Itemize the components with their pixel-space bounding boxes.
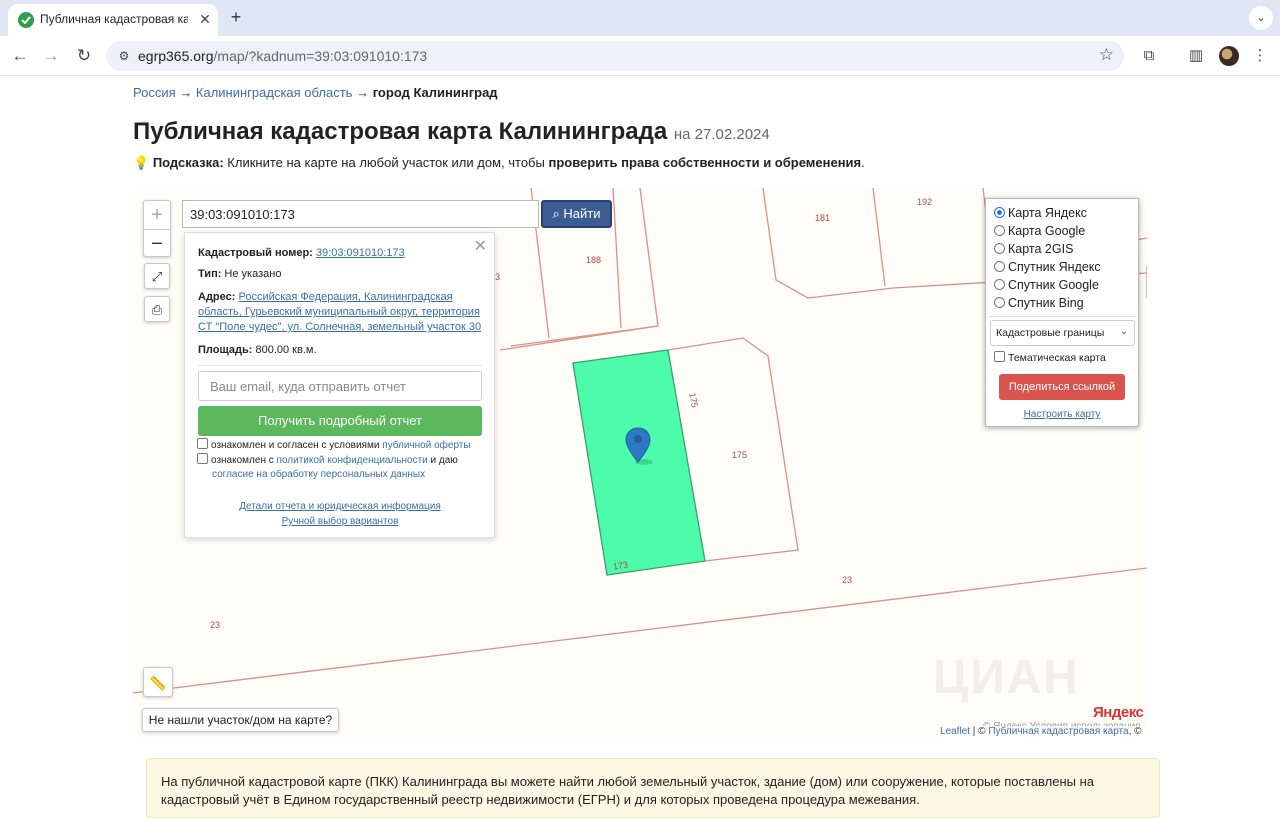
info-box: На публичной кадастровой карте (ПКК) Кал… [146,758,1160,818]
thematic-checkbox [994,351,1005,362]
back-icon[interactable]: ← [8,44,32,68]
breadcrumb: Россия → Калининградская область → город… [133,85,498,100]
forward-icon[interactable]: → [39,44,63,68]
privacy-link[interactable]: политикой конфиденциальности [277,455,428,466]
search-button[interactable]: ⌕ Найти [541,200,612,228]
parcel-label-192: 192 [917,197,932,207]
manual-select-link[interactable]: Ручной выбор вариантов [282,516,399,527]
page-title: Публичная кадастровая карта Калининграда… [133,118,770,145]
parcel-label-23-left: 23 [210,620,220,630]
offer-link[interactable]: публичной оферты [382,440,470,451]
layer-google-map[interactable]: Карта Google [994,222,1085,240]
kadnum-link[interactable]: 39:03:091010:173 [316,247,405,259]
page-date: на 27.02.2024 [673,126,770,143]
offer-checkbox[interactable] [197,438,208,449]
breadcrumb-current: город Калининград [372,85,498,100]
side-panel-icon[interactable]: ▥ [1186,46,1206,66]
yandex-logo[interactable]: Яндекс [1093,704,1144,721]
check-favicon-icon [18,12,34,28]
site-info-icon[interactable]: ⚙ [116,48,132,64]
breadcrumb-russia[interactable]: Россия [133,85,176,100]
thematic-map-toggle[interactable]: Тематическая карта [994,351,1106,364]
new-tab-icon[interactable]: + [226,7,246,27]
lightbulb-icon: 💡 [133,155,150,170]
layer-yandex-map[interactable]: Карта Яндекс [994,204,1087,222]
privacy-checkbox[interactable] [197,453,208,464]
parcel-label-188: 188 [586,255,601,265]
browser-toolbar: ← → ↻ ⚙ egrp365.org/map/?kadnum=39:03:09… [0,36,1280,76]
leaflet-link[interactable]: Leaflet [940,726,970,737]
share-link-button[interactable]: Поделиться ссылкой [999,374,1125,400]
parcel-label-23: 23 [842,575,852,585]
not-found-button[interactable]: Не нашли участок/дом на карте? [142,708,339,732]
address-link[interactable]: Российская Федерация, Калининградская об… [198,291,481,333]
browser-tab[interactable]: Публичная кадастровая карта ✕ [8,4,218,36]
parcel-info-popup: ✕ Кадастровый номер: 39:03:091010:173 Ти… [184,232,495,538]
overlay-select[interactable]: Кадастровые границы ⌄ [990,320,1135,346]
layers-panel: Карта Яндекс Карта Google Карта 2GIS Спу… [985,198,1139,427]
consent-link[interactable]: согласие на обработку персональных данны… [212,469,425,480]
hint: 💡 Подсказка: Кликните на карте на любой … [133,155,865,170]
map-attribution: Leaflet | © Публичная кадастровая карта,… [938,726,1144,737]
url-text: egrp365.org/map/?kadnum=39:03:091010:173 [138,48,428,64]
parcel-label-175: 175 [732,450,747,460]
tab-search-icon[interactable]: ⌄ [1249,6,1273,30]
profile-avatar[interactable] [1219,46,1239,66]
chevron-down-icon: ⌄ [1119,326,1128,337]
layer-google-satellite[interactable]: Спутник Google [994,276,1099,294]
parcel-label-173: 173 [612,560,628,572]
address-bar[interactable]: ⚙ egrp365.org/map/?kadnum=39:03:091010:1… [106,41,1124,71]
zoom-out-button[interactable]: − [144,229,170,257]
layer-yandex-satellite[interactable]: Спутник Яндекс [994,258,1101,276]
parcel-label-3: 3 [495,272,500,282]
bookmark-star-icon[interactable]: ☆ [1099,45,1114,65]
search-icon: ⌕ [552,206,560,221]
pkk-link[interactable]: Публичная кадастровая карта [988,726,1128,737]
configure-map-link[interactable]: Настроить карту [986,409,1138,420]
details-link[interactable]: Детали отчета и юридическая информация [239,501,441,512]
zoom-control: + − [143,200,171,257]
reload-icon[interactable]: ↻ [72,44,96,68]
cadastral-map[interactable]: ЦИАН 181 192 188 3 175 175 173 23 23 + −… [133,188,1147,740]
layer-2gis-map[interactable]: Карта 2GIS [994,240,1073,258]
fullscreen-icon[interactable]: ⤢ [144,263,170,289]
get-report-button[interactable]: Получить подробный отчет [198,406,482,436]
print-icon[interactable]: ⎙ [144,296,170,322]
ruler-icon[interactable]: 📏 [143,667,173,697]
layer-bing-satellite[interactable]: Спутник Bing [994,294,1084,312]
cadastral-search-input[interactable]: 39:03:091010:173 [182,200,539,228]
tab-title: Публичная кадастровая карта [40,12,188,26]
breadcrumb-region[interactable]: Калининградская область [196,85,353,100]
zoom-in-button[interactable]: + [144,201,170,229]
parcel-label-175-edge: 175 [687,392,699,409]
email-input[interactable]: Ваш email, куда отправить отчет [198,371,482,401]
browser-menu-icon[interactable]: ⋮ [1250,46,1270,66]
radio-selected-icon [994,207,1005,218]
parcel-label-181: 181 [815,213,830,223]
close-tab-icon[interactable]: ✕ [196,10,214,28]
extensions-icon[interactable]: ⧉ [1139,46,1159,66]
browser-tab-bar: Публичная кадастровая карта ✕ + ⌄ [0,0,1280,36]
